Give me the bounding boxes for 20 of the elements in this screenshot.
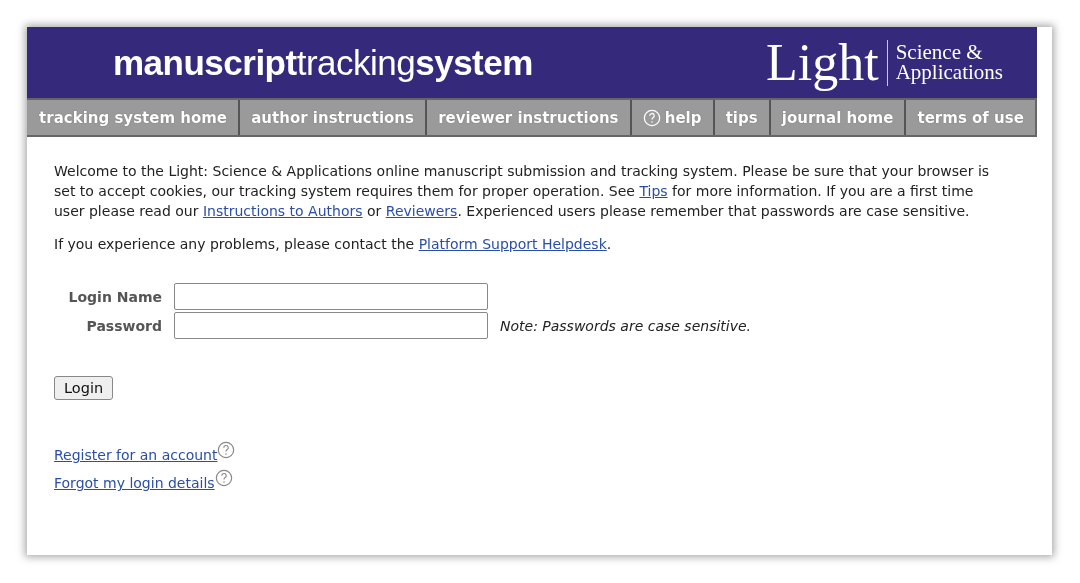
- text-link[interactable]: Tips: [639, 183, 668, 199]
- input-field[interactable]: [174, 283, 488, 310]
- intro-paragraph: If you experience any problems, please contact the Platform Support Helpdesk.: [54, 235, 613, 254]
- text-link[interactable]: Instructions to Authors: [202, 203, 363, 219]
- input-field[interactable]: [174, 312, 488, 339]
- help-icon[interactable]: [214, 469, 233, 487]
- intro-paragraph: Welcome to the Light: Science & Applications online manuscript submission and tracking system. Please be sure that your browser is set to accept cookies, our tracking system requires them for proper operation. See Tips for more information. If you are a first time user please read our Instructions to Authors or Reviewers. Experienced users please remember that passwords are case sensitive.: [54, 162, 991, 221]
- text-link[interactable]: Platform Support Helpdesk: [418, 236, 607, 252]
- field-label: Login Name: [67, 288, 163, 305]
- help-icon: [642, 108, 661, 127]
- journal-logo-name: Light: [766, 36, 879, 89]
- text-link[interactable]: Reviewers: [385, 203, 458, 219]
- system-logo: manuscripttrackingsystem: [113, 42, 533, 83]
- field-note: Note: Passwords are case sensitive.: [500, 317, 753, 334]
- text-link[interactable]: Register for an account: [54, 447, 218, 463]
- text-link[interactable]: Forgot my login details: [54, 475, 215, 491]
- help-icon[interactable]: [217, 441, 236, 459]
- journal-logo-subtitle: Science & Applications: [895, 42, 1003, 83]
- login-button[interactable]: Login: [54, 376, 114, 400]
- field-label: Password: [85, 317, 163, 334]
